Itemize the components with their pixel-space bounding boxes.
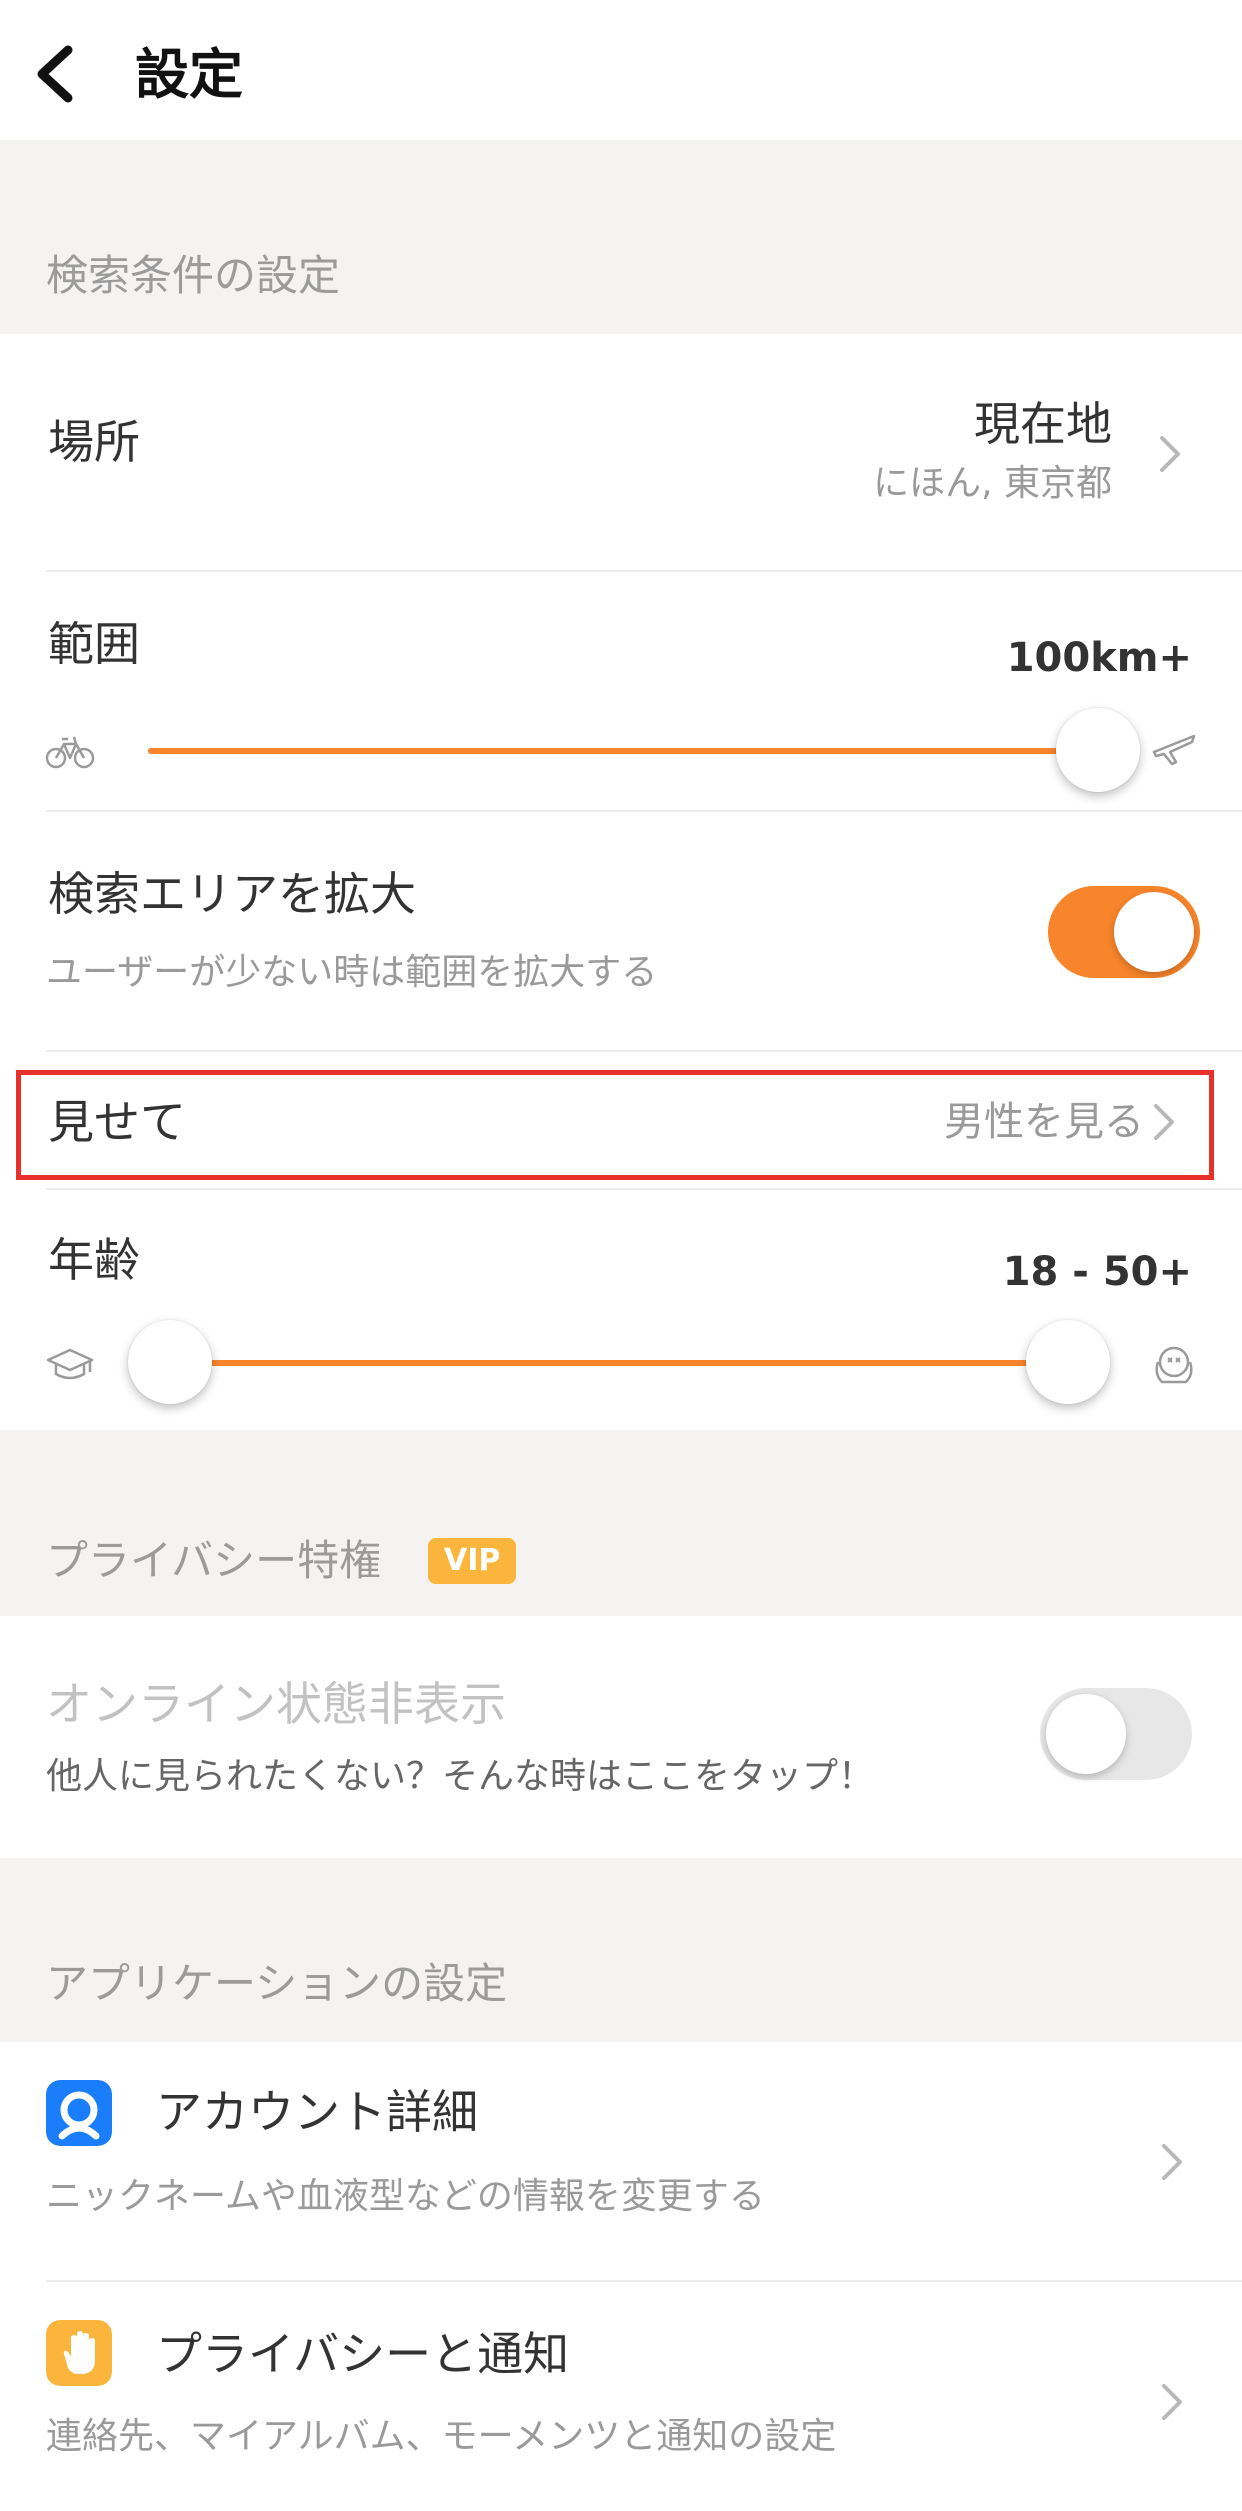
age-slider-track[interactable] bbox=[170, 1360, 1030, 1366]
toggle-thumb bbox=[1114, 892, 1194, 972]
age-row: 年齢 18 - 50+ bbox=[0, 1190, 1242, 1430]
chevron-right-icon bbox=[1154, 1104, 1174, 1140]
show-value: 男性を見る bbox=[944, 1099, 1144, 1145]
chevron-right-icon bbox=[1160, 436, 1180, 472]
page-title: 設定 bbox=[135, 43, 243, 106]
chevron-right-icon bbox=[1162, 2384, 1182, 2420]
toggle-thumb bbox=[1046, 1694, 1126, 1774]
hand-icon bbox=[46, 2320, 112, 2386]
location-value: 現在地 bbox=[974, 397, 1112, 451]
account-details-row[interactable]: アカウント詳細 ニックネームや血液型などの情報を変更する bbox=[0, 2042, 1242, 2280]
app-section-title: アプリケーションの設定 bbox=[46, 1959, 508, 2008]
search-section-header: 検索条件の設定 bbox=[0, 140, 1242, 334]
location-sub-value: にほん, 東京都 bbox=[873, 463, 1112, 504]
graduation-cap-icon bbox=[46, 1348, 94, 1380]
hide-online-description: 他人に見られたくない？そんな時はここをタップ！ bbox=[46, 1756, 875, 1797]
expand-area-toggle[interactable] bbox=[1048, 886, 1200, 978]
location-row[interactable]: 場所 現在地 にほん, 東京都 bbox=[0, 334, 1242, 570]
airplane-icon bbox=[1152, 734, 1196, 766]
privacy-card: オンライン状態非表示 他人に見られたくない？そんな時はここをタップ！ bbox=[0, 1616, 1242, 1858]
vip-badge: VIP bbox=[428, 1538, 517, 1584]
back-button[interactable] bbox=[30, 36, 100, 112]
age-slider-max-knob[interactable] bbox=[1026, 1320, 1110, 1404]
hide-online-toggle[interactable] bbox=[1040, 1688, 1192, 1780]
range-row: 範囲 100km+ bbox=[0, 572, 1242, 810]
app-settings-card: アカウント詳細 ニックネームや血液型などの情報を変更する プライバシーと通知 連… bbox=[0, 2042, 1242, 2511]
hide-online-row: オンライン状態非表示 他人に見られたくない？そんな時はここをタップ！ bbox=[0, 1616, 1242, 1858]
show-gender-row[interactable]: 見せて 男性を見る bbox=[0, 1052, 1242, 1188]
account-details-description: ニックネームや血液型などの情報を変更する bbox=[46, 2176, 765, 2217]
range-slider-track[interactable] bbox=[148, 748, 1098, 754]
nav-header: 設定 bbox=[0, 0, 1242, 140]
search-settings-card: 場所 現在地 にほん, 東京都 範囲 100km+ 検索エリアを拡大 ユーザーが… bbox=[0, 334, 1242, 1430]
user-icon bbox=[46, 2080, 112, 2146]
age-value: 18 - 50+ bbox=[1002, 1249, 1192, 1295]
privacy-notification-description: 連絡先、マイアルバム、モーメンツと通知の設定 bbox=[46, 2416, 837, 2457]
privacy-section-title: プライバシー特権 bbox=[46, 1536, 382, 1585]
age-label: 年齢 bbox=[48, 1233, 140, 1287]
range-slider-knob[interactable] bbox=[1056, 708, 1140, 792]
show-label: 見せて bbox=[48, 1095, 186, 1149]
privacy-section-header: プライバシー特権 VIP bbox=[0, 1430, 1242, 1616]
privacy-notification-label: プライバシーと通知 bbox=[156, 2327, 570, 2381]
elder-face-icon bbox=[1155, 1346, 1193, 1384]
range-label: 範囲 bbox=[48, 617, 140, 671]
age-slider-min-knob[interactable] bbox=[128, 1320, 212, 1404]
chevron-left-icon bbox=[37, 45, 73, 103]
expand-area-row: 検索エリアを拡大 ユーザーが少ない時は範囲を拡大する bbox=[0, 812, 1242, 1050]
privacy-notification-row[interactable]: プライバシーと通知 連絡先、マイアルバム、モーメンツと通知の設定 bbox=[0, 2282, 1242, 2511]
app-section-header: アプリケーションの設定 bbox=[0, 1858, 1242, 2042]
expand-area-description: ユーザーが少ない時は範囲を拡大する bbox=[46, 952, 658, 993]
expand-area-label: 検索エリアを拡大 bbox=[48, 867, 416, 921]
chevron-right-icon bbox=[1162, 2144, 1182, 2180]
settings-screen: 設定 検索条件の設定 場所 現在地 にほん, 東京都 範囲 100km+ 検索エ… bbox=[0, 0, 1242, 2511]
account-details-label: アカウント詳細 bbox=[156, 2085, 478, 2139]
bicycle-icon bbox=[45, 736, 95, 769]
range-value: 100km+ bbox=[1006, 635, 1192, 681]
hide-online-label: オンライン状態非表示 bbox=[46, 1677, 506, 1731]
location-label: 場所 bbox=[48, 415, 140, 469]
search-section-title: 検索条件の設定 bbox=[46, 251, 341, 300]
